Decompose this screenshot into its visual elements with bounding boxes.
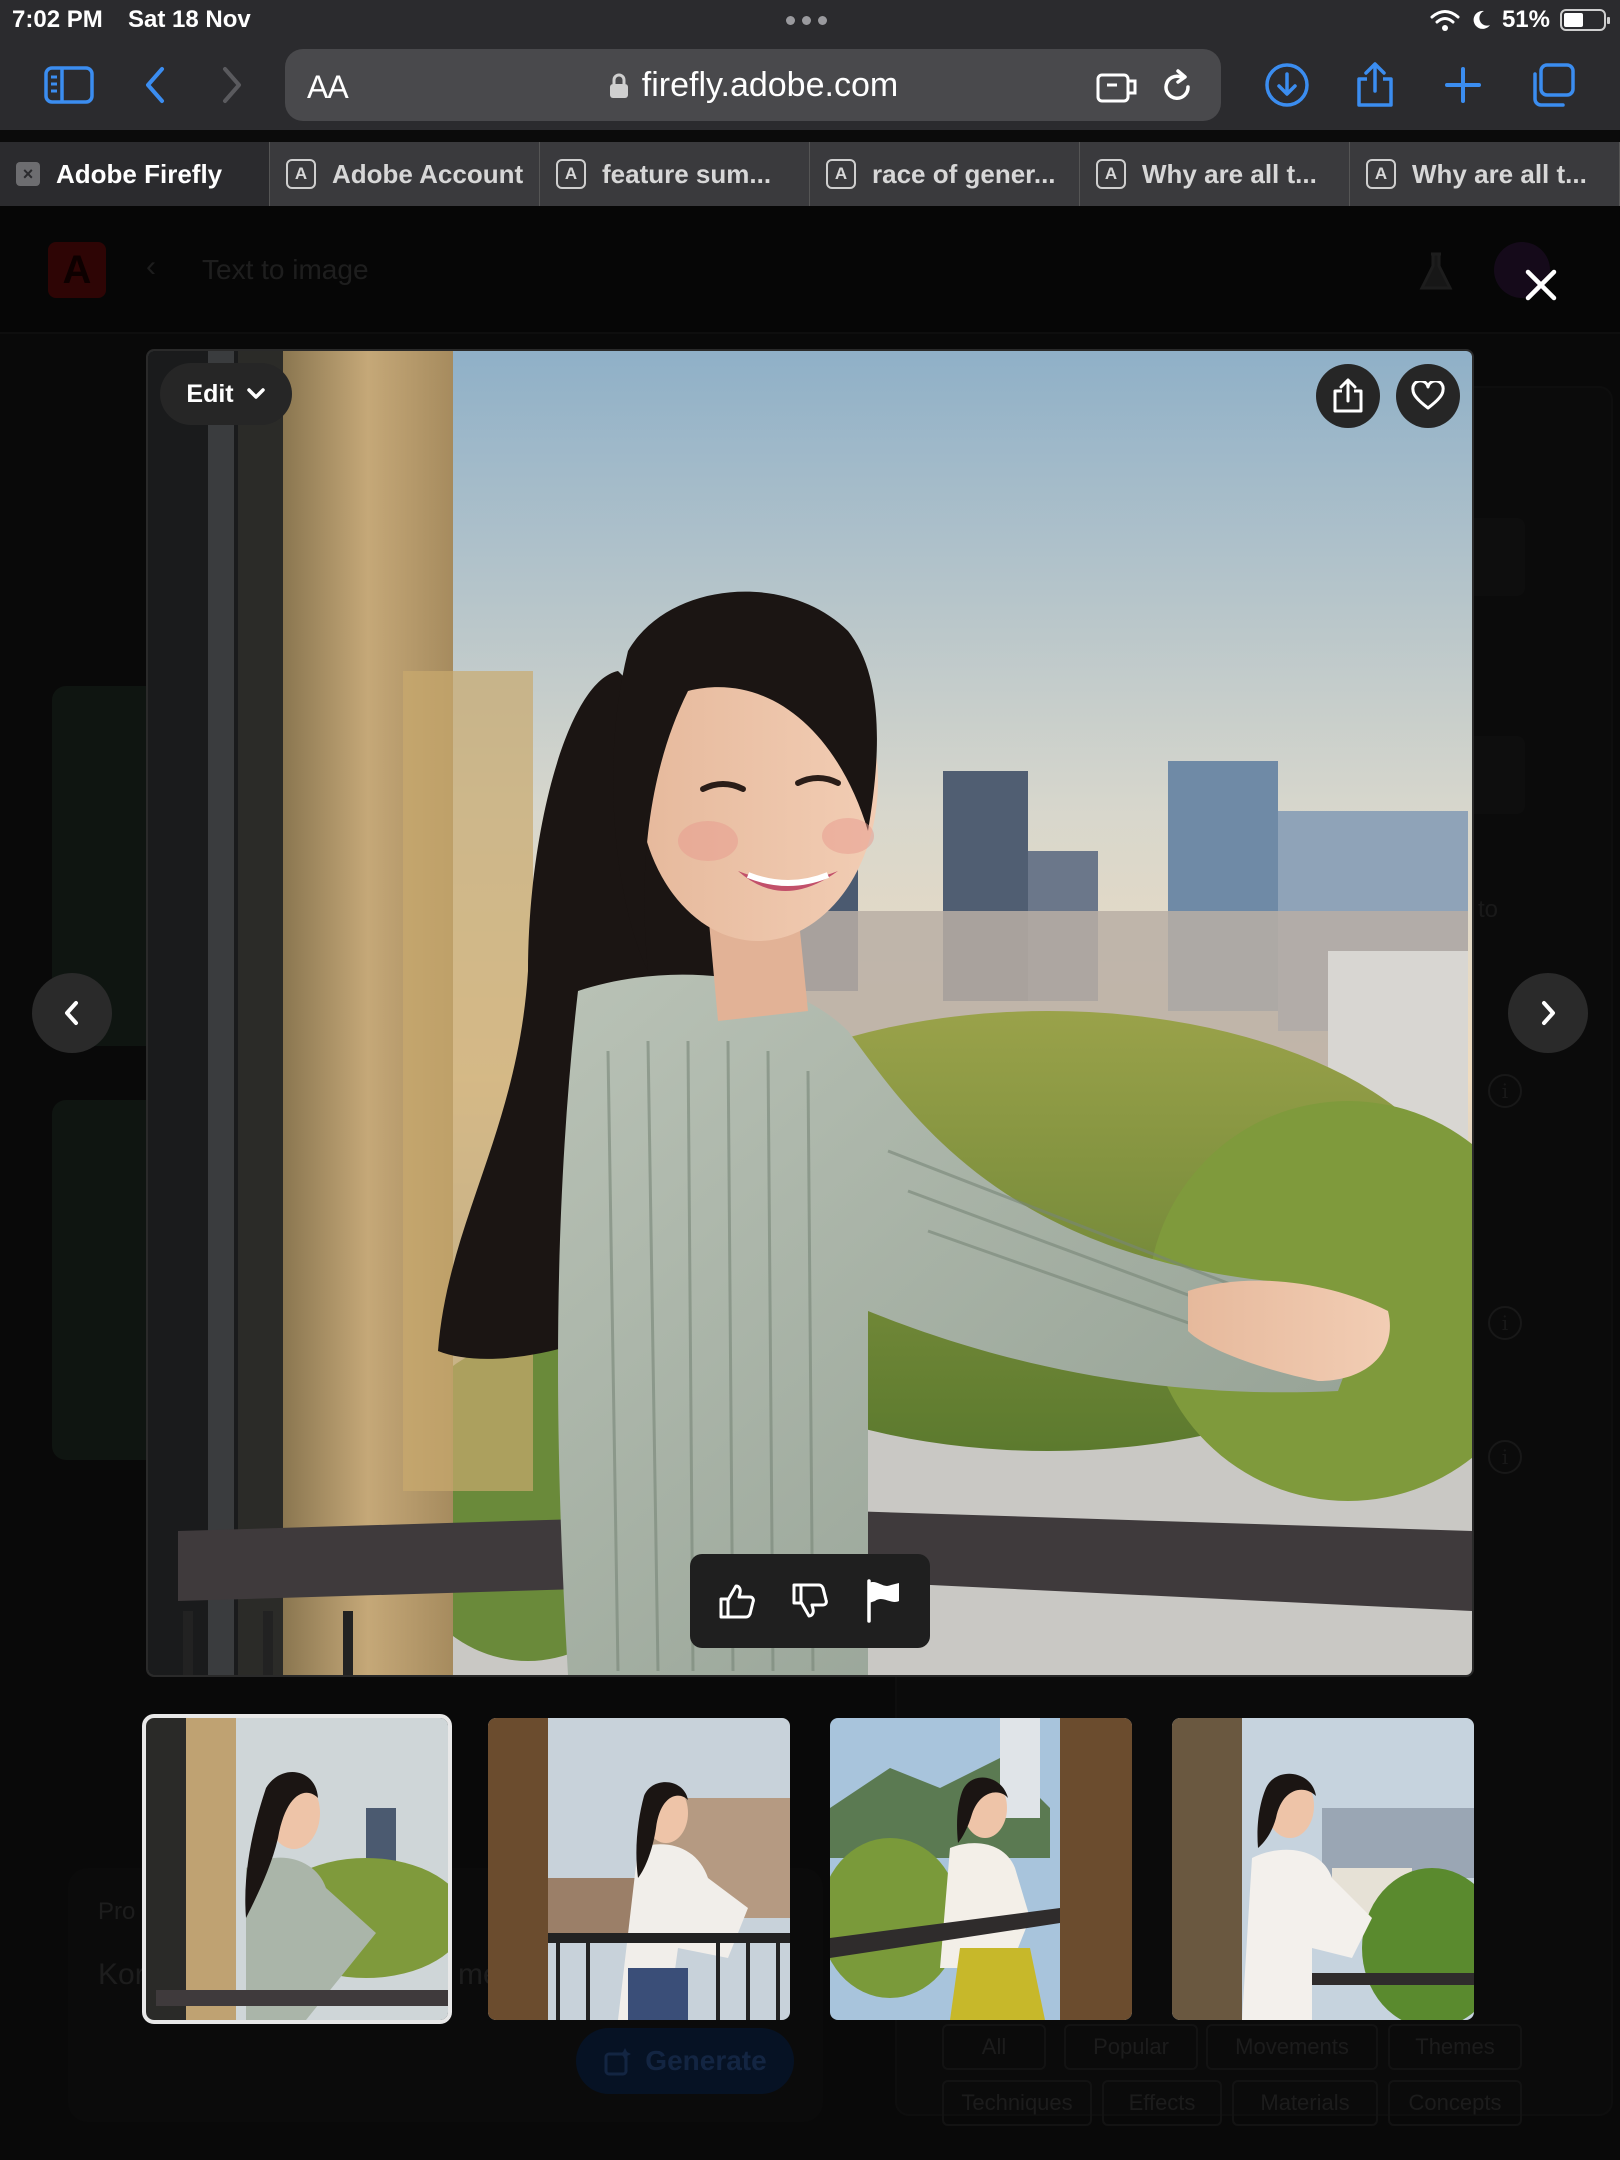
next-image-button[interactable] <box>1508 973 1588 1053</box>
status-time: 7:02 PM <box>12 6 103 33</box>
new-tab-plus-icon[interactable] <box>1438 60 1488 110</box>
thumbnail-variation-1[interactable] <box>142 1714 452 2024</box>
close-tab-icon[interactable]: × <box>16 162 40 186</box>
favicon-icon: A <box>556 159 586 189</box>
favicon-icon: A <box>286 159 316 189</box>
edit-dropdown-button[interactable]: Edit <box>160 363 292 425</box>
thumbs-up-icon[interactable] <box>707 1571 767 1631</box>
chevron-left-icon <box>65 1001 78 1025</box>
favicon-icon: A <box>1366 159 1396 189</box>
battery-percentage: 51% <box>1501 6 1550 33</box>
extension-puzzle-icon[interactable] <box>1095 65 1139 109</box>
status-date: Sat 18 Nov <box>128 6 251 33</box>
tab-race-of-generative[interactable]: A race of gener... <box>810 142 1080 206</box>
previous-image-button[interactable] <box>32 973 112 1053</box>
address-bar[interactable]: AA firefly.adobe.com <box>285 49 1221 121</box>
heart-icon <box>1411 381 1445 410</box>
tab-adobe-account[interactable]: A Adobe Account <box>270 142 540 206</box>
thumbnail-variation-3[interactable] <box>830 1718 1132 2020</box>
browser-toolbar: AA firefly.adobe.com <box>0 40 1620 130</box>
thumbnail-variation-4[interactable] <box>1172 1718 1474 2020</box>
share-icon[interactable] <box>1350 60 1400 110</box>
chevron-down-icon <box>246 388 265 399</box>
url-text[interactable]: firefly.adobe.com <box>642 66 898 105</box>
flag-icon[interactable] <box>853 1571 913 1631</box>
moon-icon <box>1473 10 1490 29</box>
tab-feature-summary[interactable]: A feature sum... <box>540 142 810 206</box>
favorite-button[interactable] <box>1396 364 1460 428</box>
tab-overview-icon[interactable] <box>1528 60 1578 110</box>
reload-icon[interactable] <box>1155 65 1199 109</box>
battery-icon <box>1560 9 1610 31</box>
tab-adobe-firefly[interactable]: × Adobe Firefly <box>0 142 270 206</box>
downloads-icon[interactable] <box>1262 60 1312 110</box>
variation-thumbnails <box>142 1714 1474 2024</box>
forward-chevron-icon[interactable] <box>207 60 257 110</box>
chevron-right-icon <box>1542 1001 1555 1025</box>
share-icon <box>1333 378 1363 413</box>
thumbnail-variation-2[interactable] <box>488 1718 790 2020</box>
thumbs-down-icon[interactable] <box>780 1571 840 1631</box>
tab-why-are-all-2[interactable]: A Why are all t... <box>1350 142 1620 206</box>
multitasking-dots-icon[interactable] <box>786 16 827 25</box>
tab-strip: × Adobe Firefly A Adobe Account A featur… <box>0 142 1620 206</box>
favicon-icon: A <box>826 159 856 189</box>
close-icon[interactable] <box>1518 262 1564 308</box>
feedback-toolbar <box>690 1554 930 1648</box>
status-bar: 7:02 PM Sat 18 Nov 51% <box>0 0 1620 40</box>
lock-icon <box>609 73 628 98</box>
wifi-icon <box>1430 10 1460 31</box>
generated-image-preview[interactable] <box>146 349 1474 1677</box>
back-chevron-icon[interactable] <box>130 60 180 110</box>
tab-why-are-all-1[interactable]: A Why are all t... <box>1080 142 1350 206</box>
share-image-button[interactable] <box>1316 364 1380 428</box>
favicon-icon: A <box>1096 159 1126 189</box>
sidebar-toggle-icon[interactable] <box>44 60 94 110</box>
